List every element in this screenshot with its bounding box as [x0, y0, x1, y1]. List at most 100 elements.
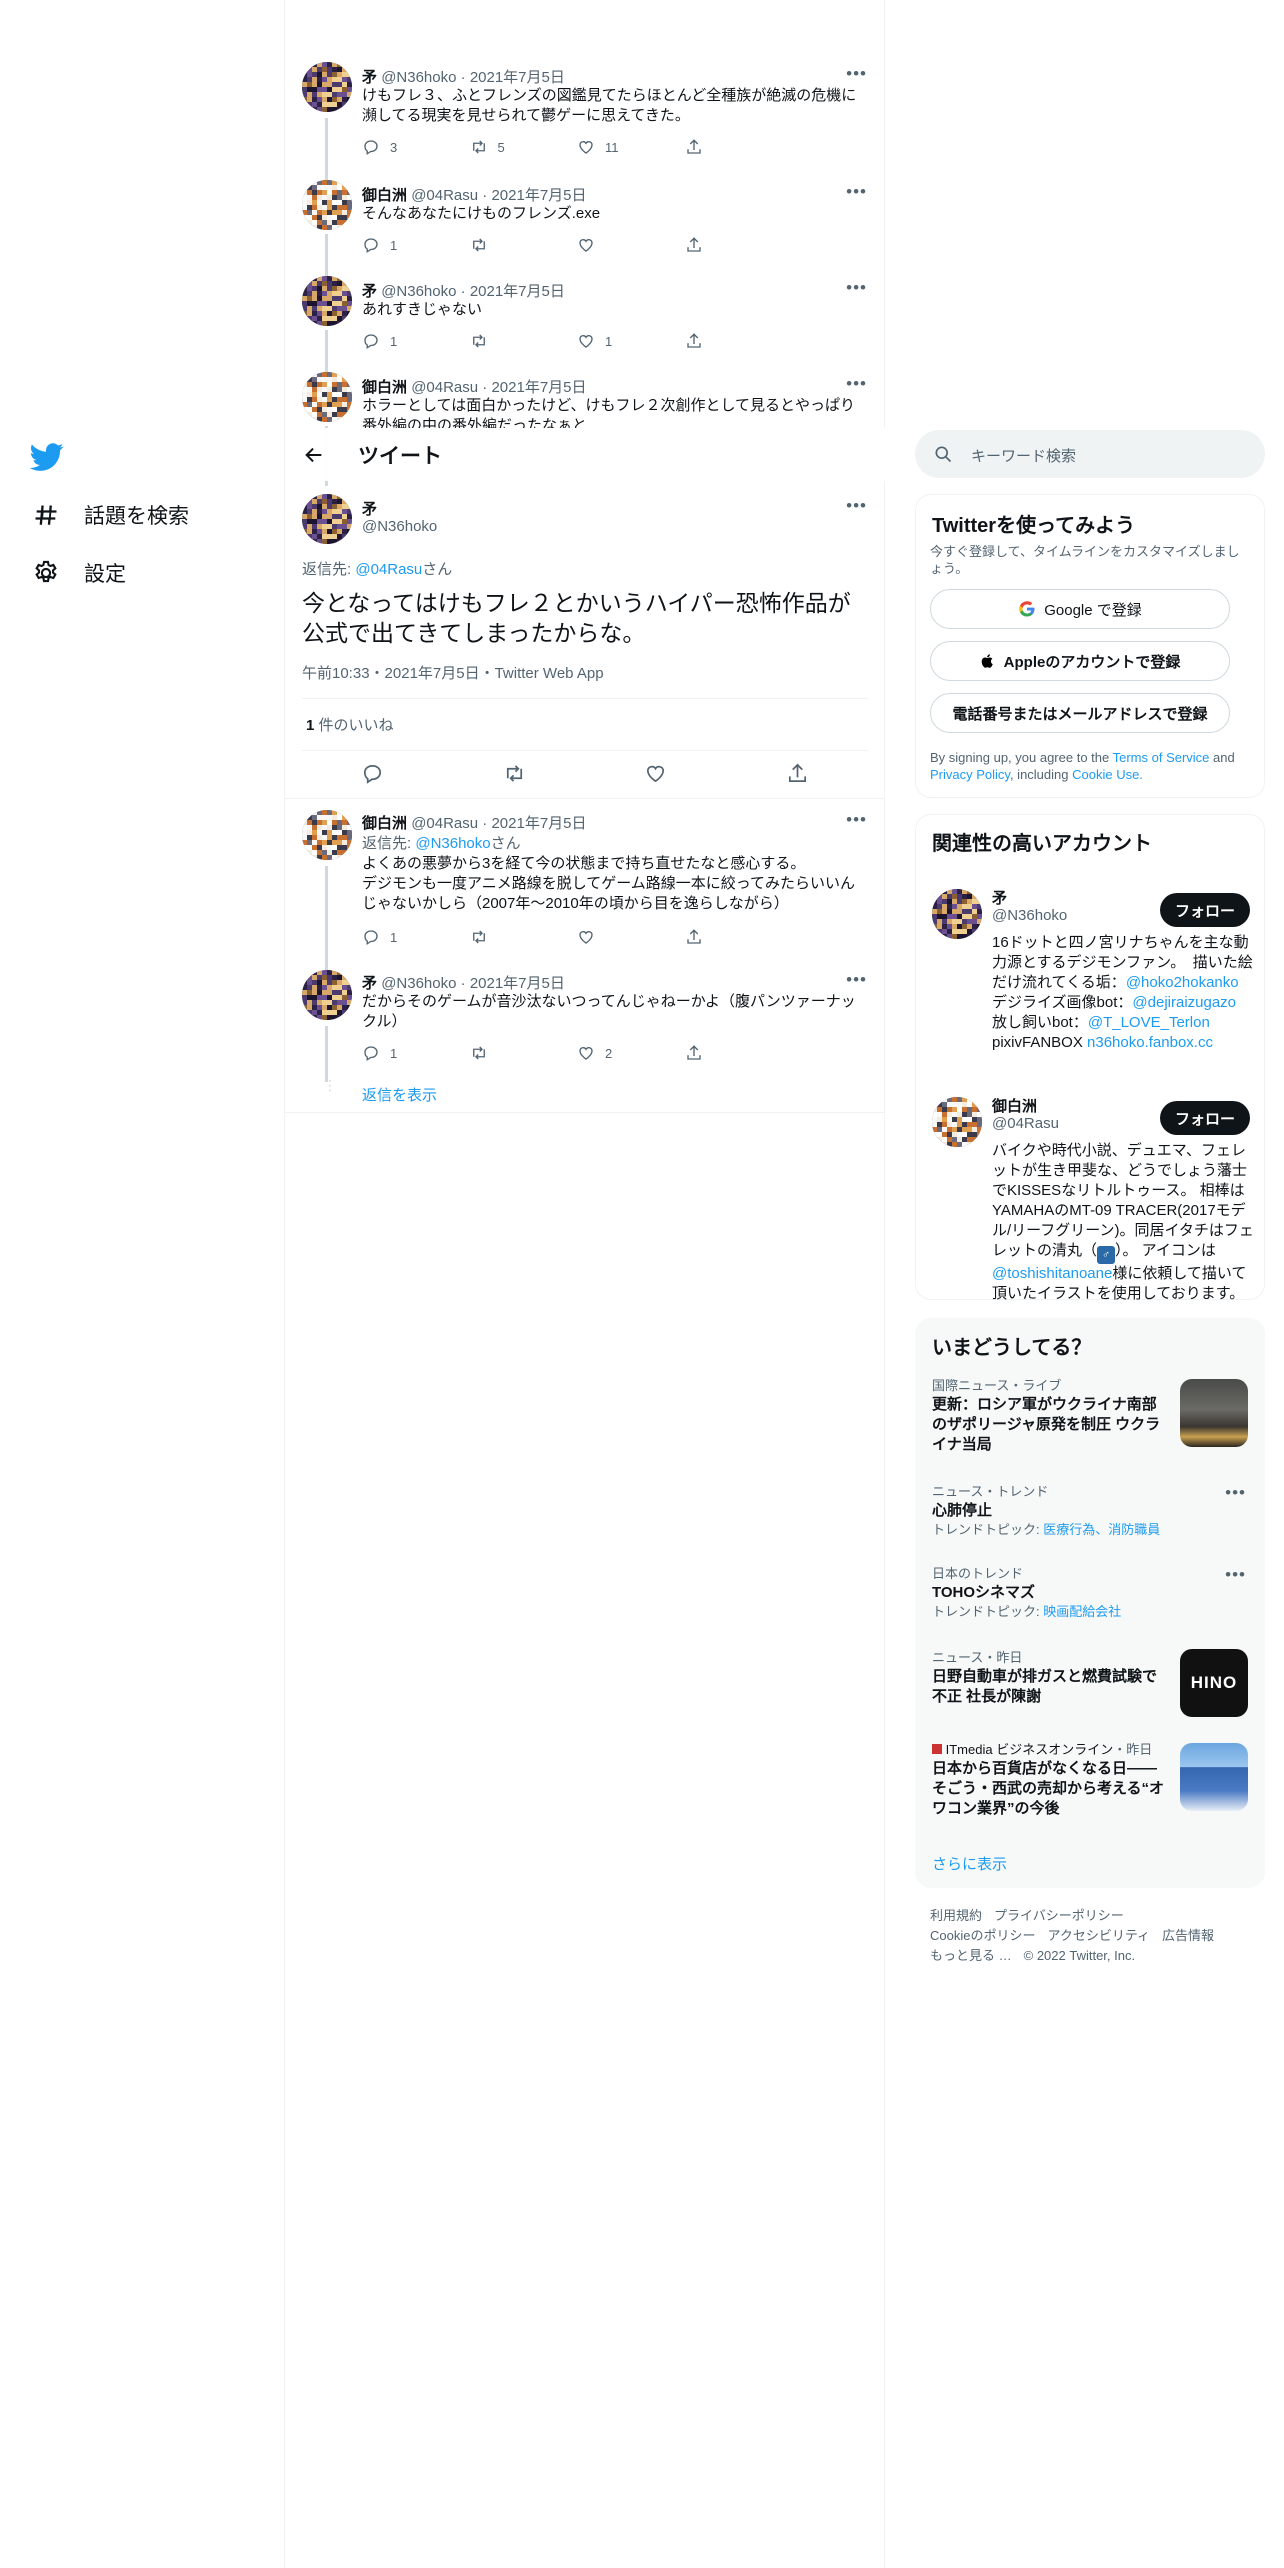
- avatar[interactable]: [932, 889, 982, 939]
- reply-button[interactable]: 1: [362, 928, 470, 946]
- tweet-author-handle[interactable]: @N36hoko: [381, 69, 456, 86]
- twitter-logo-icon[interactable]: [30, 440, 64, 474]
- news-thumbnail[interactable]: [1180, 1379, 1248, 1447]
- reply-icon[interactable]: [361, 762, 384, 785]
- more-icon[interactable]: •••: [846, 810, 867, 830]
- account-handle[interactable]: @N36hoko: [992, 907, 1067, 924]
- like-button[interactable]: 1: [577, 332, 685, 350]
- share-icon[interactable]: [786, 762, 809, 785]
- retweet-button[interactable]: [470, 1044, 578, 1062]
- google-signup-button[interactable]: Google で登録: [930, 589, 1230, 629]
- reply-button[interactable]: 3: [362, 138, 470, 156]
- retweet-button[interactable]: 5: [470, 138, 578, 156]
- back-arrow-icon[interactable]: [303, 444, 325, 466]
- news-thumbnail[interactable]: HINO: [1180, 1649, 1248, 1717]
- terms-link[interactable]: Terms of Service: [1113, 750, 1210, 765]
- nav-explore[interactable]: 話題を検索: [32, 500, 189, 530]
- share-button[interactable]: [685, 1044, 793, 1062]
- account-handle[interactable]: @04Rasu: [992, 1115, 1059, 1132]
- avatar[interactable]: [302, 810, 352, 860]
- related-account[interactable]: 御白洲 @04Rasu フォロー バイクや時代小説、デュエマ、フェレットが生き甲…: [916, 1083, 1266, 1302]
- avatar[interactable]: [932, 1097, 982, 1147]
- cookie-link[interactable]: Cookie Use.: [1072, 767, 1143, 782]
- like-button[interactable]: 2: [577, 1044, 685, 1062]
- avatar[interactable]: [302, 970, 352, 1020]
- account-name[interactable]: 矛: [992, 887, 1007, 908]
- tweet-date[interactable]: 2021年7月5日: [470, 975, 565, 992]
- tweet-meta[interactable]: 午前10:33・2021年7月5日・Twitter Web App: [302, 662, 604, 683]
- bio-link[interactable]: @dejiraizugazo: [1132, 994, 1236, 1011]
- retweet-button[interactable]: [470, 332, 578, 350]
- reply-to-link[interactable]: @04Rasu: [355, 561, 422, 578]
- like-button[interactable]: [577, 928, 685, 946]
- tweet-author-name[interactable]: 御白洲: [362, 187, 407, 204]
- tweet-author-handle[interactable]: @04Rasu: [411, 187, 478, 204]
- nav-settings[interactable]: 設定: [32, 558, 126, 588]
- more-icon[interactable]: •••: [846, 64, 867, 84]
- avatar[interactable]: [302, 62, 352, 112]
- privacy-link[interactable]: Privacy Policy: [930, 767, 1010, 782]
- follow-button[interactable]: フォロー: [1160, 1101, 1250, 1135]
- more-icon[interactable]: •••: [846, 374, 867, 394]
- avatar[interactable]: [302, 276, 352, 326]
- apple-signup-button[interactable]: Appleのアカウントで登録: [930, 641, 1230, 681]
- thread-tweet[interactable]: 御白洲 @04Rasu · 2021年7月5日 ••• ホラーとしては面白かった…: [285, 372, 885, 428]
- retweet-button[interactable]: [470, 928, 578, 946]
- tweet-date[interactable]: 2021年7月5日: [491, 815, 586, 832]
- tweet-author-handle[interactable]: @04Rasu: [411, 379, 478, 396]
- show-more-link[interactable]: さらに表示: [932, 1853, 1007, 1874]
- bio-link[interactable]: @hoko2hokanko: [1126, 974, 1239, 991]
- more-icon[interactable]: •••: [846, 970, 867, 990]
- footer-privacy[interactable]: プライバシーポリシー: [994, 1908, 1124, 1923]
- reply-button[interactable]: 1: [362, 236, 470, 254]
- footer-terms[interactable]: 利用規約: [930, 1908, 982, 1923]
- author-name[interactable]: 矛: [362, 498, 377, 519]
- tweet-author-name[interactable]: 御白洲: [362, 379, 407, 396]
- likes-summary[interactable]: 1 件のいいね: [306, 714, 394, 735]
- retweet-icon[interactable]: [503, 762, 526, 785]
- tweet-date[interactable]: 2021年7月5日: [491, 379, 586, 396]
- tweet-date[interactable]: 2021年7月5日: [470, 283, 565, 300]
- share-button[interactable]: [685, 332, 793, 350]
- tweet-author-handle[interactable]: @04Rasu: [411, 815, 478, 832]
- tweet-author-name[interactable]: 矛: [362, 283, 377, 300]
- topic-link[interactable]: 映画配給会社: [1043, 1604, 1121, 1619]
- show-replies-link[interactable]: 返信を表示: [362, 1084, 437, 1105]
- bio-link[interactable]: @toshishitanoane: [992, 1265, 1112, 1282]
- share-button[interactable]: [685, 138, 793, 156]
- more-icon[interactable]: •••: [846, 278, 867, 298]
- follow-button[interactable]: フォロー: [1160, 893, 1250, 927]
- footer-ads[interactable]: 広告情報: [1162, 1928, 1214, 1943]
- reply-to-link[interactable]: @N36hoko: [415, 835, 490, 852]
- account-name[interactable]: 御白洲: [992, 1095, 1037, 1116]
- trend-item[interactable]: ニュース・トレンド 心肺停止 トレンドトピック: 医療行為、消防職員: [932, 1483, 1250, 1539]
- bio-link[interactable]: @T_LOVE_Terlon: [1088, 1014, 1210, 1031]
- more-icon[interactable]: •••: [846, 496, 867, 516]
- like-button[interactable]: 11: [577, 138, 685, 156]
- retweet-button[interactable]: [470, 236, 578, 254]
- topic-link[interactable]: 医療行為、消防職員: [1043, 1522, 1160, 1537]
- like-button[interactable]: [577, 236, 685, 254]
- footer-cookies[interactable]: Cookieのポリシー: [930, 1928, 1035, 1943]
- tweet-date[interactable]: 2021年7月5日: [491, 187, 586, 204]
- phone-email-signup-button[interactable]: 電話番号またはメールアドレスで登録: [930, 693, 1230, 733]
- tweet-author-name[interactable]: 矛: [362, 69, 377, 86]
- heart-icon[interactable]: [644, 762, 667, 785]
- footer-accessibility[interactable]: アクセシビリティ: [1047, 1928, 1150, 1943]
- trend-item[interactable]: 日本のトレンド TOHOシネマズ トレンドトピック: 映画配給会社: [932, 1565, 1250, 1621]
- tweet-date[interactable]: 2021年7月5日: [470, 69, 565, 86]
- footer-more[interactable]: もっと見る …: [930, 1948, 1012, 1963]
- related-account[interactable]: 矛 @N36hoko フォロー 16ドットと四ノ宮リナちゃんを主な動力源とするデ…: [916, 875, 1266, 1065]
- tweet-author-handle[interactable]: @N36hoko: [381, 283, 456, 300]
- share-button[interactable]: [685, 928, 793, 946]
- tweet-author-name[interactable]: 矛: [362, 975, 377, 992]
- tweet-author-name[interactable]: 御白洲: [362, 815, 407, 832]
- avatar[interactable]: [302, 180, 352, 230]
- reply-button[interactable]: 1: [362, 1044, 470, 1062]
- author-handle[interactable]: @N36hoko: [362, 518, 437, 535]
- reply-button[interactable]: 1: [362, 332, 470, 350]
- more-icon[interactable]: •••: [1225, 1483, 1246, 1503]
- bio-link[interactable]: n36hoko.fanbox.cc: [1087, 1034, 1213, 1051]
- avatar[interactable]: [302, 372, 352, 422]
- tweet-author-handle[interactable]: @N36hoko: [381, 975, 456, 992]
